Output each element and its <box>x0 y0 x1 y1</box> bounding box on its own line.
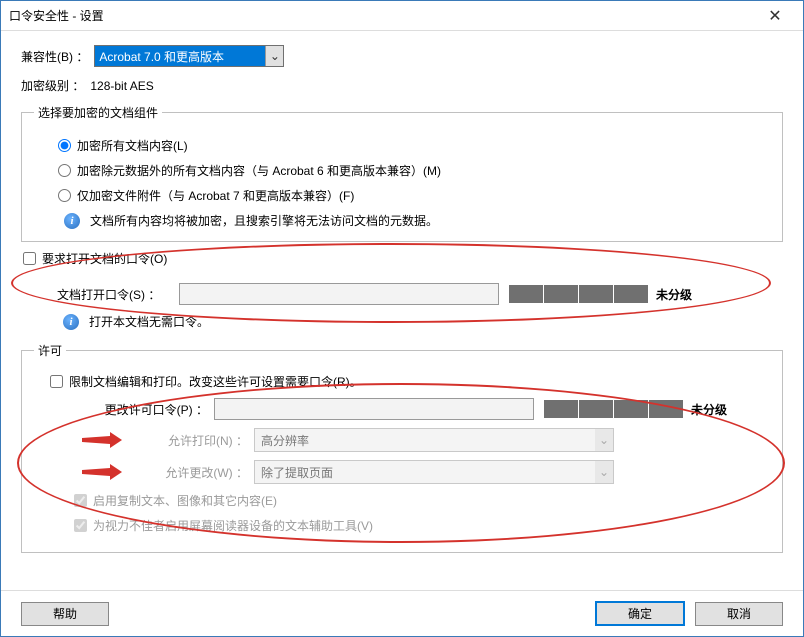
radio-encrypt-no-meta-label: 加密除元数据外的所有文档内容（与 Acrobat 6 和更高版本兼容）(M) <box>77 162 441 179</box>
enable-copy-checkbox <box>74 494 87 507</box>
arrow-annotation-icon <box>82 464 122 480</box>
allow-change-value: 除了提取页面 <box>261 464 333 481</box>
require-open-pw-label: 要求打开文档的口令(O) <box>42 250 167 267</box>
change-pw-strength-bars <box>544 400 683 418</box>
components-group: 选择要加密的文档组件 加密所有文档内容(L) 加密除元数据外的所有文档内容（与 … <box>21 104 783 242</box>
allow-change-select: 除了提取页面 ⌄ <box>254 460 614 484</box>
open-pw-strength-bars <box>509 285 648 303</box>
radio-encrypt-no-meta-input[interactable] <box>58 164 71 177</box>
info-icon: i <box>64 213 80 229</box>
change-pw-input <box>214 398 534 420</box>
open-pw-info: 打开本文档无需口令。 <box>89 313 209 330</box>
change-pw-rating: 未分级 <box>691 401 727 418</box>
components-info: 文档所有内容均将被加密，且搜索引擎将无法访问文档的元数据。 <box>90 212 438 229</box>
info-icon: i <box>63 314 79 330</box>
enable-copy-check: 启用复制文本、图像和其它内容(E) <box>74 492 770 509</box>
permissions-group: 许可 限制文档编辑和打印。改变这些许可设置需要口令(R)。 更改许可口令(P) … <box>21 342 783 553</box>
radio-encrypt-attachments-input[interactable] <box>58 189 71 202</box>
radio-encrypt-attachments-label: 仅加密文件附件（与 Acrobat 7 和更高版本兼容）(F) <box>77 187 354 204</box>
radio-encrypt-all-label: 加密所有文档内容(L) <box>77 137 188 154</box>
cancel-button[interactable]: 取消 <box>695 602 783 626</box>
open-pw-input <box>179 283 499 305</box>
close-icon[interactable]: ✕ <box>755 2 795 30</box>
chevron-down-icon: ⌄ <box>595 461 613 483</box>
ok-button[interactable]: 确定 <box>595 601 685 626</box>
restrict-check[interactable]: 限制文档编辑和打印。改变这些许可设置需要口令(R)。 <box>50 373 770 390</box>
open-pw-rating: 未分级 <box>656 286 692 303</box>
allow-print-select: 高分辨率 ⌄ <box>254 428 614 452</box>
compat-label: 兼容性(B) ： <box>21 48 88 65</box>
enable-reader-check: 为视力不佳者启用屏幕阅读器设备的文本辅助工具(V) <box>74 517 770 534</box>
arrow-annotation-icon <box>82 432 122 448</box>
allow-print-value: 高分辨率 <box>261 432 309 449</box>
open-pw-label: 文档打开口令(S) ： <box>57 286 179 303</box>
help-button[interactable]: 帮助 <box>21 602 109 626</box>
chevron-down-icon: ⌄ <box>595 429 613 451</box>
radio-encrypt-attachments[interactable]: 仅加密文件附件（与 Acrobat 7 和更高版本兼容）(F) <box>58 187 770 204</box>
enc-level-value: 128-bit AES <box>90 79 153 93</box>
enable-copy-label: 启用复制文本、图像和其它内容(E) <box>93 492 277 509</box>
components-legend: 选择要加密的文档组件 <box>34 104 162 121</box>
radio-encrypt-all[interactable]: 加密所有文档内容(L) <box>58 137 770 154</box>
require-open-pw-check[interactable]: 要求打开文档的口令(O) <box>23 250 783 267</box>
restrict-checkbox[interactable] <box>50 375 63 388</box>
allow-change-label: 允许更改(W) ： <box>134 464 254 481</box>
radio-encrypt-all-input[interactable] <box>58 139 71 152</box>
window-title: 口令安全性 - 设置 <box>9 7 755 24</box>
chevron-down-icon: ⌄ <box>265 46 283 66</box>
compatibility-selected: Acrobat 7.0 和更高版本 <box>99 48 279 65</box>
enc-level-label: 加密级别 ： <box>21 77 84 94</box>
allow-print-label: 允许打印(N) ： <box>134 432 254 449</box>
permissions-legend: 许可 <box>34 342 66 359</box>
restrict-label: 限制文档编辑和打印。改变这些许可设置需要口令(R)。 <box>69 373 362 390</box>
enable-reader-label: 为视力不佳者启用屏幕阅读器设备的文本辅助工具(V) <box>93 517 373 534</box>
radio-encrypt-no-meta[interactable]: 加密除元数据外的所有文档内容（与 Acrobat 6 和更高版本兼容）(M) <box>58 162 770 179</box>
require-open-pw-checkbox[interactable] <box>23 252 36 265</box>
change-pw-label: 更改许可口令(P) ： <box>94 401 214 418</box>
enable-reader-checkbox <box>74 519 87 532</box>
compatibility-select[interactable]: Acrobat 7.0 和更高版本 ⌄ <box>94 45 284 67</box>
